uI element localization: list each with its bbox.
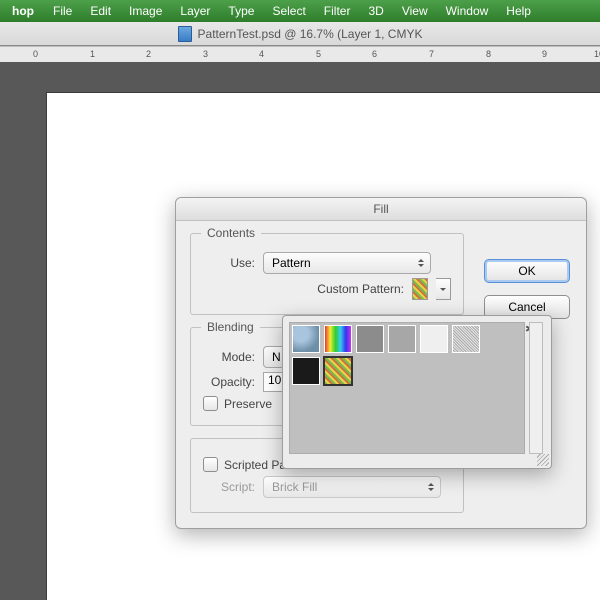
ruler-label: 6 (372, 49, 377, 59)
ok-button[interactable]: OK (484, 259, 570, 283)
mode-label: Mode: (203, 350, 255, 364)
document-icon (178, 26, 192, 42)
chevron-updown-icon (416, 256, 426, 270)
ruler-label: 5 (316, 49, 321, 59)
script-value: Brick Fill (272, 480, 317, 494)
pattern-swatch[interactable] (292, 325, 320, 353)
ruler-label: 2 (146, 49, 151, 59)
document-tabbar: PatternTest.psd @ 16.7% (Layer 1, CMYK (0, 22, 600, 46)
preserve-label: Preserve (224, 397, 272, 411)
dialog-title: Fill (176, 198, 586, 221)
script-select: Brick Fill (263, 476, 441, 498)
ruler-label: 9 (542, 49, 547, 59)
menu-type[interactable]: Type (219, 2, 263, 20)
pattern-swatch[interactable] (356, 325, 384, 353)
menu-edit[interactable]: Edit (81, 2, 120, 20)
pattern-swatch[interactable] (292, 357, 320, 385)
document-title: PatternTest.psd @ 16.7% (Layer 1, CMYK (198, 27, 423, 41)
menu-file[interactable]: File (44, 2, 81, 20)
checkbox-icon (203, 457, 218, 472)
preserve-checkbox[interactable]: Preserve (203, 396, 272, 411)
mode-value: N (272, 350, 281, 364)
menu-image[interactable]: Image (120, 2, 171, 20)
menu-help[interactable]: Help (497, 2, 540, 20)
menubar: hop File Edit Image Layer Type Select Fi… (0, 0, 600, 22)
pattern-swatch[interactable] (452, 325, 480, 353)
chevron-updown-icon (426, 480, 436, 494)
pattern-swatch-selected[interactable] (324, 357, 352, 385)
pattern-picker-popup: ✱ (282, 315, 552, 469)
blending-legend: Blending (201, 320, 260, 334)
custom-pattern-swatch[interactable] (412, 278, 428, 300)
checkbox-icon (203, 396, 218, 411)
ruler-label: 1 (90, 49, 95, 59)
contents-legend: Contents (201, 226, 261, 240)
ruler-label: 8 (486, 49, 491, 59)
menu-select[interactable]: Select (263, 2, 314, 20)
script-label: Script: (203, 480, 255, 494)
app-name: hop (4, 2, 42, 20)
use-value: Pattern (272, 256, 311, 270)
pattern-swatch[interactable] (420, 325, 448, 353)
ruler-label: 3 (203, 49, 208, 59)
menu-view[interactable]: View (393, 2, 437, 20)
pattern-swatch[interactable] (388, 325, 416, 353)
pattern-grid (289, 322, 525, 454)
menu-window[interactable]: Window (437, 2, 498, 20)
ruler-label: 10 (594, 49, 600, 59)
opacity-label: Opacity: (203, 375, 255, 389)
pattern-swatch[interactable] (324, 325, 352, 353)
menu-3d[interactable]: 3D (359, 2, 392, 20)
pattern-scrollbar[interactable] (529, 322, 543, 454)
menu-layer[interactable]: Layer (171, 2, 219, 20)
resize-handle-icon[interactable] (537, 454, 549, 466)
use-label: Use: (203, 256, 255, 270)
use-select[interactable]: Pattern (263, 252, 431, 274)
ruler-label: 0 (33, 49, 38, 59)
ok-label: OK (518, 264, 535, 278)
menu-filter[interactable]: Filter (315, 2, 360, 20)
cancel-label: Cancel (508, 300, 545, 314)
custom-pattern-dropdown[interactable] (436, 278, 451, 300)
ruler-label: 4 (259, 49, 264, 59)
ruler-label: 7 (429, 49, 434, 59)
custom-pattern-label: Custom Pattern: (317, 282, 404, 296)
